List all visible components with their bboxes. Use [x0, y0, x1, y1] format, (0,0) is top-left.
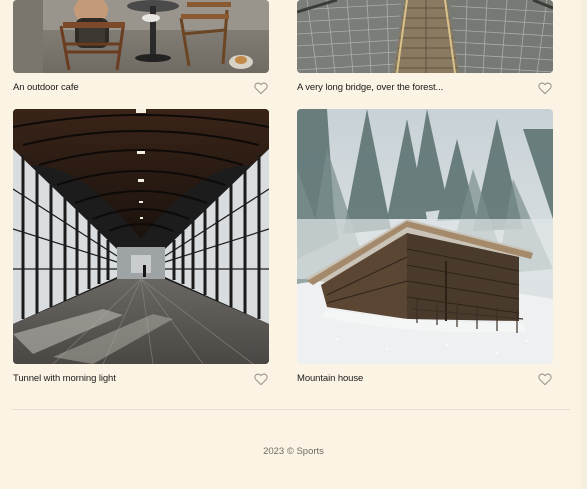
- photo-image[interactable]: [297, 0, 553, 73]
- photo-image[interactable]: [297, 109, 553, 364]
- photo-caption-row: A very long bridge, over the forest...: [297, 80, 553, 98]
- heart-icon[interactable]: [537, 80, 553, 96]
- tunnel-photo: [13, 109, 269, 364]
- photo-card: Tunnel with morning light: [13, 109, 269, 386]
- photo-caption: Mountain house: [297, 373, 364, 384]
- bridge-photo: [297, 0, 553, 73]
- photo-caption-row: Mountain house: [297, 371, 553, 389]
- heart-icon[interactable]: [253, 371, 269, 387]
- photo-caption-row: Tunnel with morning light: [13, 371, 269, 389]
- mountain-house-photo: [297, 109, 553, 364]
- photo-caption: Tunnel with morning light: [13, 373, 116, 384]
- heart-icon[interactable]: [253, 80, 269, 96]
- photo-card: An outdoor cafe: [13, 0, 269, 95]
- photo-caption: An outdoor cafe: [13, 82, 79, 93]
- heart-icon[interactable]: [537, 371, 553, 387]
- cafe-photo: [13, 0, 269, 73]
- photo-image[interactable]: [13, 109, 269, 364]
- photo-card: Mountain house: [297, 109, 553, 386]
- photo-image[interactable]: [13, 0, 269, 73]
- photo-card: A very long bridge, over the forest...: [297, 0, 553, 95]
- photo-caption: A very long bridge, over the forest...: [297, 82, 444, 93]
- scrollbar-track[interactable]: [581, 0, 587, 489]
- footer-copyright: 2023 © Sports: [263, 446, 324, 457]
- footer-divider: [12, 409, 570, 410]
- photo-caption-row: An outdoor cafe: [13, 80, 269, 98]
